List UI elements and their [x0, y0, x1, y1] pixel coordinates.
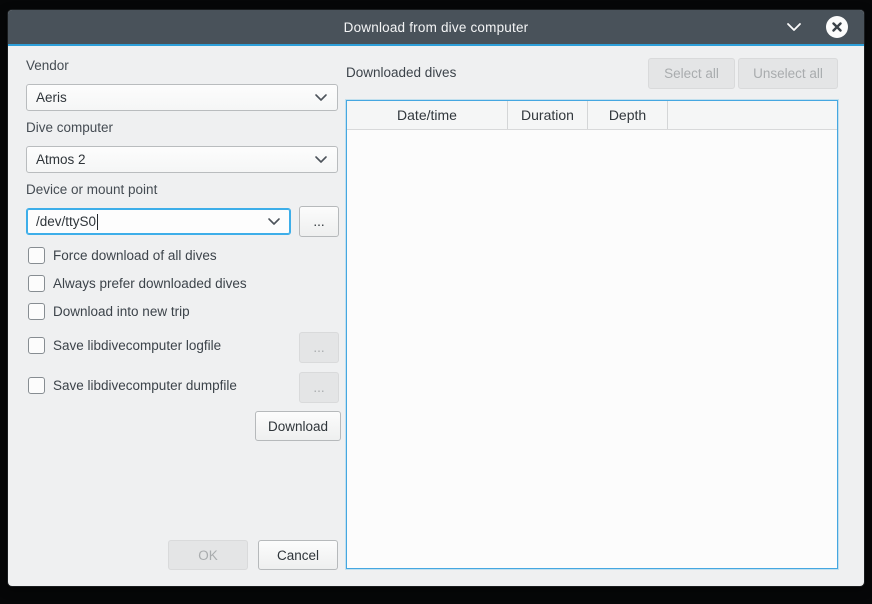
table-header-extra[interactable] — [668, 101, 837, 129]
checkbox-row-new-trip[interactable]: Download into new trip — [28, 302, 190, 320]
device-input[interactable]: /dev/ttyS0 — [26, 208, 291, 235]
checkbox-save-dumpfile[interactable] — [28, 377, 45, 394]
titlebar[interactable]: Download from dive computer — [8, 10, 864, 44]
checkbox-force-download[interactable] — [28, 247, 45, 264]
window-title: Download from dive computer — [344, 20, 529, 35]
unselect-all-button[interactable]: Unselect all — [738, 58, 838, 89]
dive-computer-value: Atmos 2 — [36, 152, 86, 167]
close-circle — [826, 16, 848, 38]
vendor-dropdown[interactable]: Aeris — [26, 84, 338, 111]
dialog-window: Download from dive computer Vendor Aeris… — [8, 10, 864, 586]
chevron-down-icon — [314, 155, 328, 164]
select-all-button[interactable]: Select all — [648, 58, 735, 89]
ok-button[interactable]: OK — [168, 540, 248, 570]
checkbox-label: Save libdivecomputer logfile — [53, 338, 221, 353]
table-body-empty[interactable] — [347, 130, 837, 568]
checkbox-row-prefer-downloaded[interactable]: Always prefer downloaded dives — [28, 274, 247, 292]
chevron-down-icon — [314, 93, 328, 102]
chevron-down-icon — [267, 217, 281, 226]
checkbox-label: Save libdivecomputer dumpfile — [53, 378, 237, 393]
dive-computer-label: Dive computer — [26, 120, 113, 135]
table-header-duration[interactable]: Duration — [508, 101, 588, 129]
checkbox-row-save-dumpfile[interactable]: Save libdivecomputer dumpfile — [28, 376, 237, 394]
checkbox-new-trip[interactable] — [28, 303, 45, 320]
device-browse-button[interactable]: ... — [299, 206, 339, 237]
dumpfile-browse-button[interactable]: ... — [299, 372, 339, 403]
checkbox-prefer-downloaded[interactable] — [28, 275, 45, 292]
checkbox-row-force-download[interactable]: Force download of all dives — [28, 246, 217, 264]
dialog-content: Vendor Aeris Dive computer Atmos 2 Devic… — [8, 46, 864, 586]
device-value: /dev/ttyS0 — [36, 214, 96, 229]
text-caret — [97, 214, 98, 230]
download-button[interactable]: Download — [255, 411, 341, 441]
device-label: Device or mount point — [26, 182, 157, 197]
checkbox-label: Force download of all dives — [53, 248, 217, 263]
vendor-value: Aeris — [36, 90, 67, 105]
cancel-button[interactable]: Cancel — [258, 540, 338, 570]
checkbox-label: Always prefer downloaded dives — [53, 276, 247, 291]
checkbox-label: Download into new trip — [53, 304, 190, 319]
vendor-label: Vendor — [26, 58, 69, 73]
table-header-datetime[interactable]: Date/time — [347, 101, 508, 129]
table-header-row: Date/time Duration Depth — [347, 101, 837, 130]
checkbox-save-logfile[interactable] — [28, 337, 45, 354]
dive-computer-dropdown[interactable]: Atmos 2 — [26, 146, 338, 173]
close-icon — [832, 22, 842, 32]
close-button[interactable] — [822, 10, 852, 44]
logfile-browse-button[interactable]: ... — [299, 332, 339, 363]
shade-button[interactable] — [780, 10, 808, 44]
downloaded-dives-label: Downloaded dives — [346, 65, 456, 80]
table-header-depth[interactable]: Depth — [588, 101, 668, 129]
downloaded-dives-table: Date/time Duration Depth — [346, 100, 838, 569]
chevron-down-icon — [786, 22, 802, 32]
checkbox-row-save-logfile[interactable]: Save libdivecomputer logfile — [28, 336, 221, 354]
